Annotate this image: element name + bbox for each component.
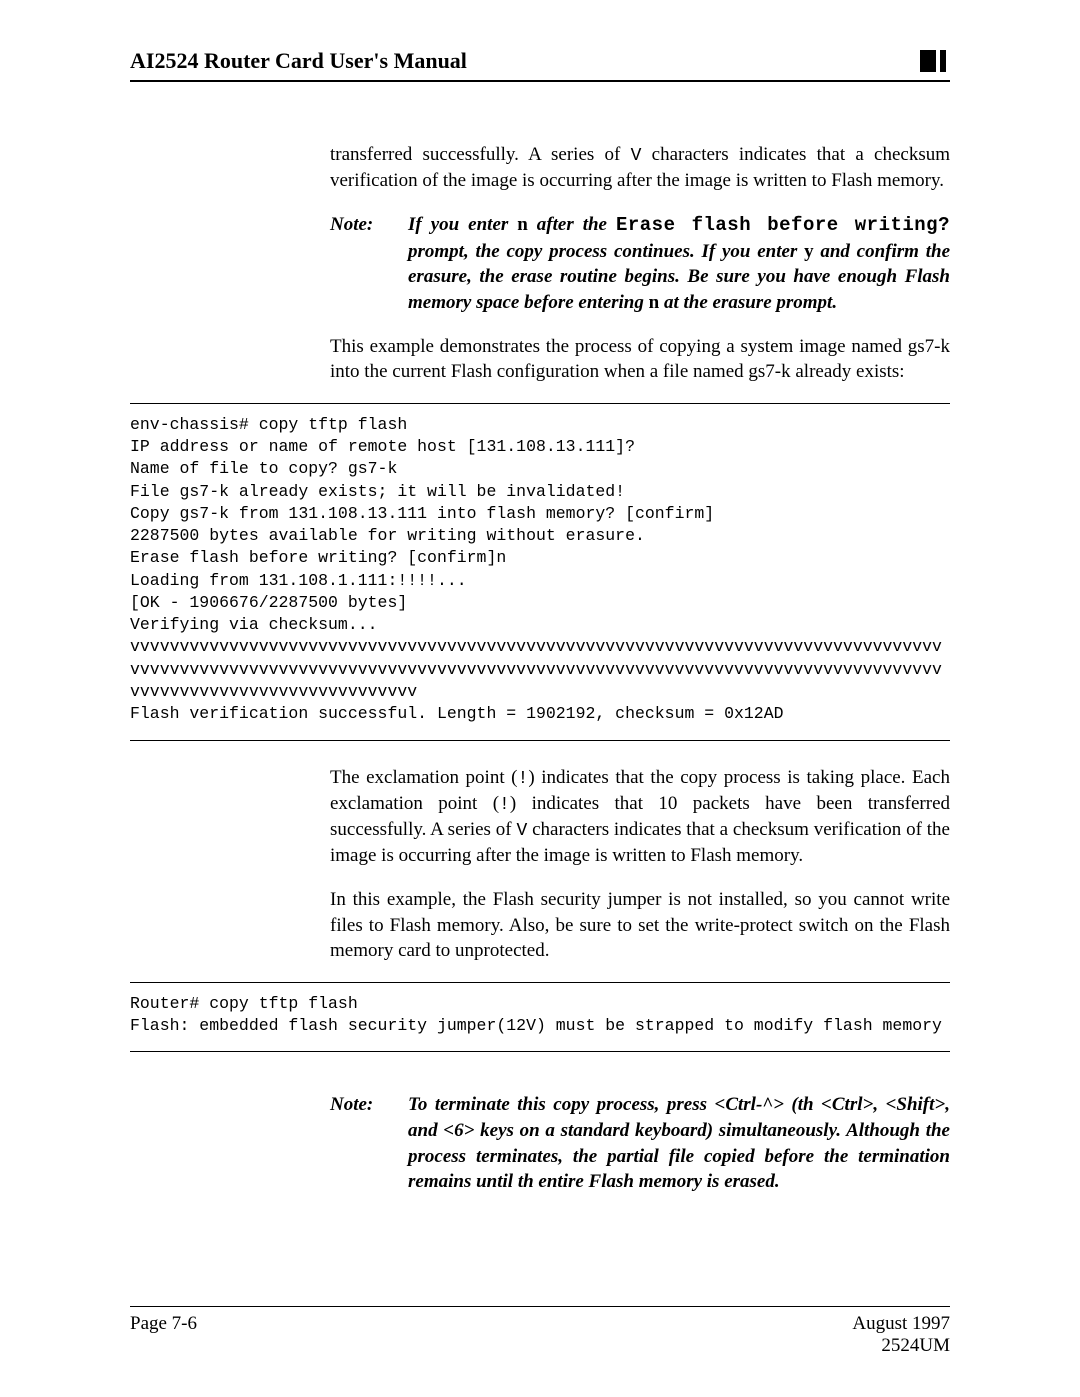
note-block: Note: If you enter n after the Erase fla… xyxy=(330,212,950,316)
brand-logo-icon xyxy=(920,50,950,72)
note-body: If you enter n after the Erase flash bef… xyxy=(408,212,950,316)
text: prompt, the copy process continues. If y… xyxy=(408,241,804,262)
text: If you enter xyxy=(408,214,517,235)
paragraph: The exclamation point (!) indicates that… xyxy=(330,765,950,870)
page: AI2524 Router Card User's Manual transfe… xyxy=(0,0,1080,1397)
text-literal: n xyxy=(517,214,528,235)
text-literal: y xyxy=(804,241,814,262)
text: at the erasure prompt. xyxy=(659,292,837,313)
note-label: Note: xyxy=(330,212,408,316)
inline-code: V xyxy=(516,821,527,841)
divider xyxy=(130,1051,950,1052)
divider xyxy=(130,403,950,404)
paragraph: In this example, the Flash security jump… xyxy=(330,887,950,964)
footer-docnum: 2524UM xyxy=(852,1335,950,1357)
divider xyxy=(130,740,950,741)
divider xyxy=(130,982,950,983)
paragraph: transferred successfully. A series of V … xyxy=(330,142,950,194)
page-header: AI2524 Router Card User's Manual xyxy=(130,48,950,82)
page-footer: Page 7-6 August 1997 2524UM xyxy=(130,1306,950,1357)
note-body: To terminate this copy process, press <C… xyxy=(408,1092,950,1195)
page-number: Page 7-6 xyxy=(130,1313,197,1357)
note-label: Note: xyxy=(330,1092,408,1195)
inline-code: V xyxy=(631,146,642,166)
paragraph: This example demonstrates the process of… xyxy=(330,334,950,385)
text: The exclamation point ( xyxy=(330,767,518,788)
inline-code: Erase flash before writing? xyxy=(616,214,950,236)
code-block: env-chassis# copy tftp flash IP address … xyxy=(130,414,950,726)
inline-code: ! xyxy=(499,795,510,815)
text-literal: n xyxy=(649,292,660,313)
text: after the xyxy=(528,214,616,235)
footer-right: August 1997 2524UM xyxy=(852,1313,950,1357)
note-block: Note: To terminate this copy process, pr… xyxy=(330,1092,950,1195)
manual-title: AI2524 Router Card User's Manual xyxy=(130,48,467,74)
inline-code: ! xyxy=(518,769,529,789)
footer-date: August 1997 xyxy=(852,1313,950,1335)
text: transferred successfully. A series of xyxy=(330,144,631,165)
page-content: transferred successfully. A series of V … xyxy=(130,142,950,1195)
code-block: Router# copy tftp flash Flash: embedded … xyxy=(130,993,950,1038)
